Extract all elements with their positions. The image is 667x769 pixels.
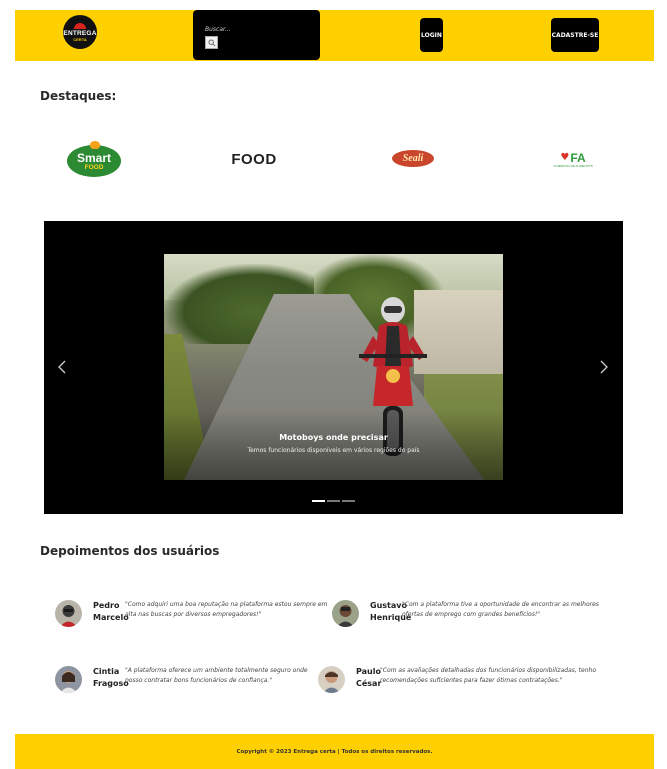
testimonial-card: Cintia Fragoso "A plataforma oferece um … xyxy=(55,666,325,706)
testimonial-card: Paulo César "Com as avaliações detalhada… xyxy=(318,666,596,706)
smart-food-line2: FOOD xyxy=(84,164,104,171)
search-button[interactable] xyxy=(205,36,218,49)
logo-line1: ENTREGA xyxy=(63,29,97,37)
search-input[interactable] xyxy=(205,23,305,35)
brand-logo-smart-food[interactable]: Smart FOOD xyxy=(67,141,121,179)
fa-logo-top: ♥ FA xyxy=(560,152,585,164)
testimonial-name: Cintia Fragoso xyxy=(93,667,129,688)
avatar xyxy=(55,666,82,693)
logo-line2: CERTA xyxy=(73,36,87,42)
heart-icon: ♥ xyxy=(560,152,570,163)
brand-logo-food[interactable]: FOOD xyxy=(227,150,281,168)
image-carousel: Motoboys onde precisar Temos funcionário… xyxy=(44,221,623,514)
brand-logo-seali[interactable]: Seali xyxy=(392,150,434,167)
carousel-indicators xyxy=(312,500,355,502)
chevron-left-icon[interactable] xyxy=(56,359,68,375)
avatar xyxy=(55,600,82,627)
carousel-indicator[interactable] xyxy=(327,500,340,502)
caption-shade xyxy=(164,410,503,480)
testimonial-card: Pedro Marcelo "Como adquiri uma boa repu… xyxy=(55,600,327,640)
chevron-right-icon[interactable] xyxy=(598,359,610,375)
search-icon xyxy=(208,39,216,47)
carousel-indicator[interactable] xyxy=(312,500,325,502)
testimonials-title: Depoimentos dos usuários xyxy=(40,544,220,558)
slide-caption-title: Motoboys onde precisar xyxy=(279,433,388,442)
login-button[interactable]: LOGIN xyxy=(420,18,443,52)
slide-caption-subtitle: Temos funcionários disponíveis em vários… xyxy=(247,447,420,454)
food-logo-text: FOOD xyxy=(231,150,277,168)
helmet-icon xyxy=(74,22,86,29)
testimonial-quote: "Com a plataforma tive a oportunidade de… xyxy=(402,601,599,618)
fa-logo-subtitle: COMÉRCIO DE ALIMENTOS xyxy=(553,164,593,168)
carousel-indicator[interactable] xyxy=(342,500,355,502)
fa-logo-text: FA xyxy=(570,151,586,165)
seali-logo-text: Seali xyxy=(402,153,424,164)
testimonial-name: Gustavo Henrique xyxy=(370,601,412,622)
search-box xyxy=(193,10,320,60)
signup-button[interactable]: CADASTRE-SE xyxy=(551,18,599,52)
fruit-icon xyxy=(90,141,100,149)
avatar xyxy=(318,666,345,693)
smart-food-line1: Smart xyxy=(76,151,111,165)
avatar xyxy=(332,600,359,627)
carousel-slide-photo: Motoboys onde precisar Temos funcionário… xyxy=(164,254,503,480)
footer-copyright: Copyright © 2023 Entrega certa | Todos o… xyxy=(236,748,433,755)
footer-bar: Copyright © 2023 Entrega certa | Todos o… xyxy=(15,734,654,769)
brand-logo-fa[interactable]: ♥ FA COMÉRCIO DE ALIMENTOS xyxy=(553,149,593,171)
entrega-certa-logo[interactable]: ENTREGA CERTA xyxy=(63,15,97,49)
testimonial-name: Pedro Marcelo xyxy=(93,601,129,622)
testimonial-quote: "A plataforma oferece um ambiente totalm… xyxy=(125,667,308,684)
testimonial-quote: "Como adquiri uma boa reputação na plata… xyxy=(125,601,328,618)
highlights-title: Destaques: xyxy=(40,89,117,103)
testimonial-card: Gustavo Henrique "Com a plataforma tive … xyxy=(332,600,602,640)
top-bar: ENTREGA CERTA LOGIN CADASTRE-SE xyxy=(15,10,654,61)
testimonial-quote: "Com as avaliações detalhadas dos funcio… xyxy=(380,667,597,684)
